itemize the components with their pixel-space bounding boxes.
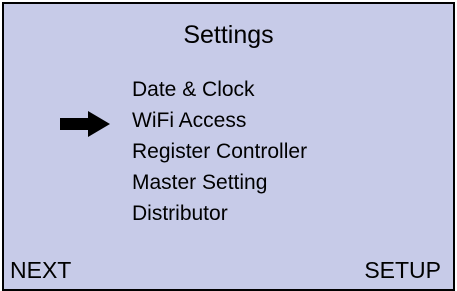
- menu-item-master-setting[interactable]: Master Setting: [132, 167, 307, 198]
- settings-menu: Date & Clock WiFi Access Register Contro…: [132, 74, 307, 229]
- page-title: Settings: [183, 21, 274, 49]
- menu-item-wifi-access[interactable]: WiFi Access: [132, 105, 307, 136]
- menu-item-distributor[interactable]: Distributor: [132, 198, 307, 229]
- setup-button[interactable]: SETUP: [364, 256, 441, 284]
- settings-screen: Settings Date & Clock WiFi Access Regist…: [2, 2, 455, 291]
- menu-item-date-clock[interactable]: Date & Clock: [132, 74, 307, 105]
- right-arrow-icon: [60, 111, 110, 137]
- menu-item-register-controller[interactable]: Register Controller: [132, 136, 307, 167]
- next-button[interactable]: NEXT: [10, 256, 71, 284]
